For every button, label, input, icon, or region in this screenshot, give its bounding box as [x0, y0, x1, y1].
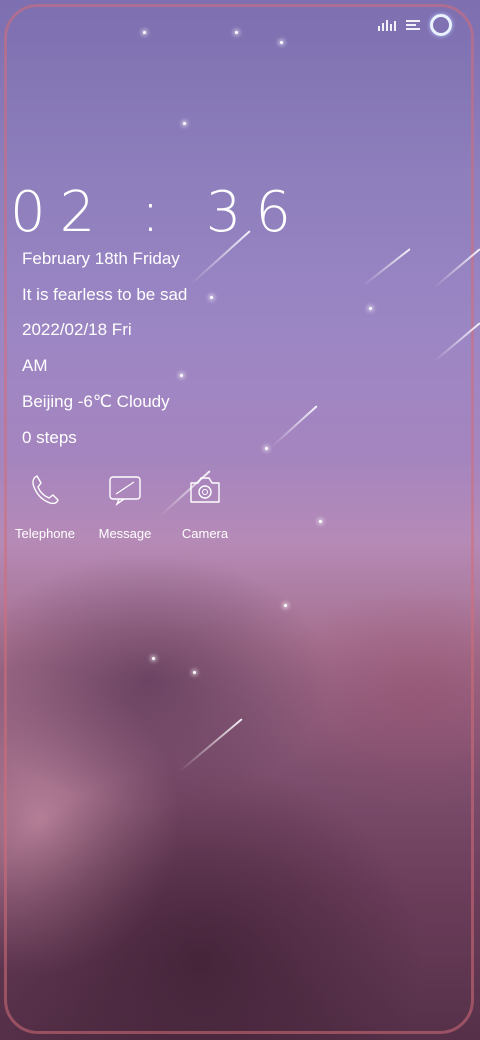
meteor-decoration — [178, 718, 243, 773]
star-decoration — [210, 296, 213, 299]
camera-icon — [187, 472, 223, 508]
status-bar — [378, 14, 452, 36]
star-decoration — [193, 671, 196, 674]
steps-counter: 0 steps — [22, 428, 77, 447]
list-icon — [406, 20, 420, 30]
star-decoration — [369, 307, 372, 310]
meteor-decoration — [362, 248, 411, 287]
weather-text: Beijing -6℃ Cloudy — [22, 392, 170, 411]
message-icon — [107, 472, 143, 508]
am-pm-indicator: AM — [22, 356, 48, 375]
camera-shortcut[interactable]: Camera — [160, 472, 250, 541]
star-decoration — [180, 374, 183, 377]
numeric-date: 2022/02/18 Fri — [22, 320, 132, 339]
star-decoration — [280, 41, 283, 44]
star-decoration — [143, 31, 146, 34]
star-decoration — [183, 122, 186, 125]
meteor-decoration — [270, 405, 318, 449]
star-decoration — [319, 520, 322, 523]
lockscreen-clock: 02 : 36 — [10, 180, 305, 245]
motto-text: It is fearless to be sad — [22, 285, 188, 304]
star-decoration — [235, 31, 238, 34]
shortcut-row: Telephone Message Camera — [0, 472, 260, 552]
meteor-decoration — [433, 248, 480, 289]
shortcut-label: Telephone — [15, 526, 75, 541]
shortcut-label: Camera — [181, 526, 229, 541]
meteor-decoration — [433, 322, 480, 363]
star-decoration — [152, 657, 155, 660]
telephone-shortcut[interactable]: Telephone — [0, 472, 90, 541]
shortcut-label: Message — [98, 526, 152, 541]
ring-icon[interactable] — [430, 14, 452, 36]
date-line: February 18th Friday — [22, 249, 180, 268]
star-decoration — [284, 604, 287, 607]
star-decoration — [265, 447, 268, 450]
signal-icon — [378, 19, 396, 31]
message-shortcut[interactable]: Message — [80, 472, 170, 541]
phone-icon — [27, 472, 63, 508]
